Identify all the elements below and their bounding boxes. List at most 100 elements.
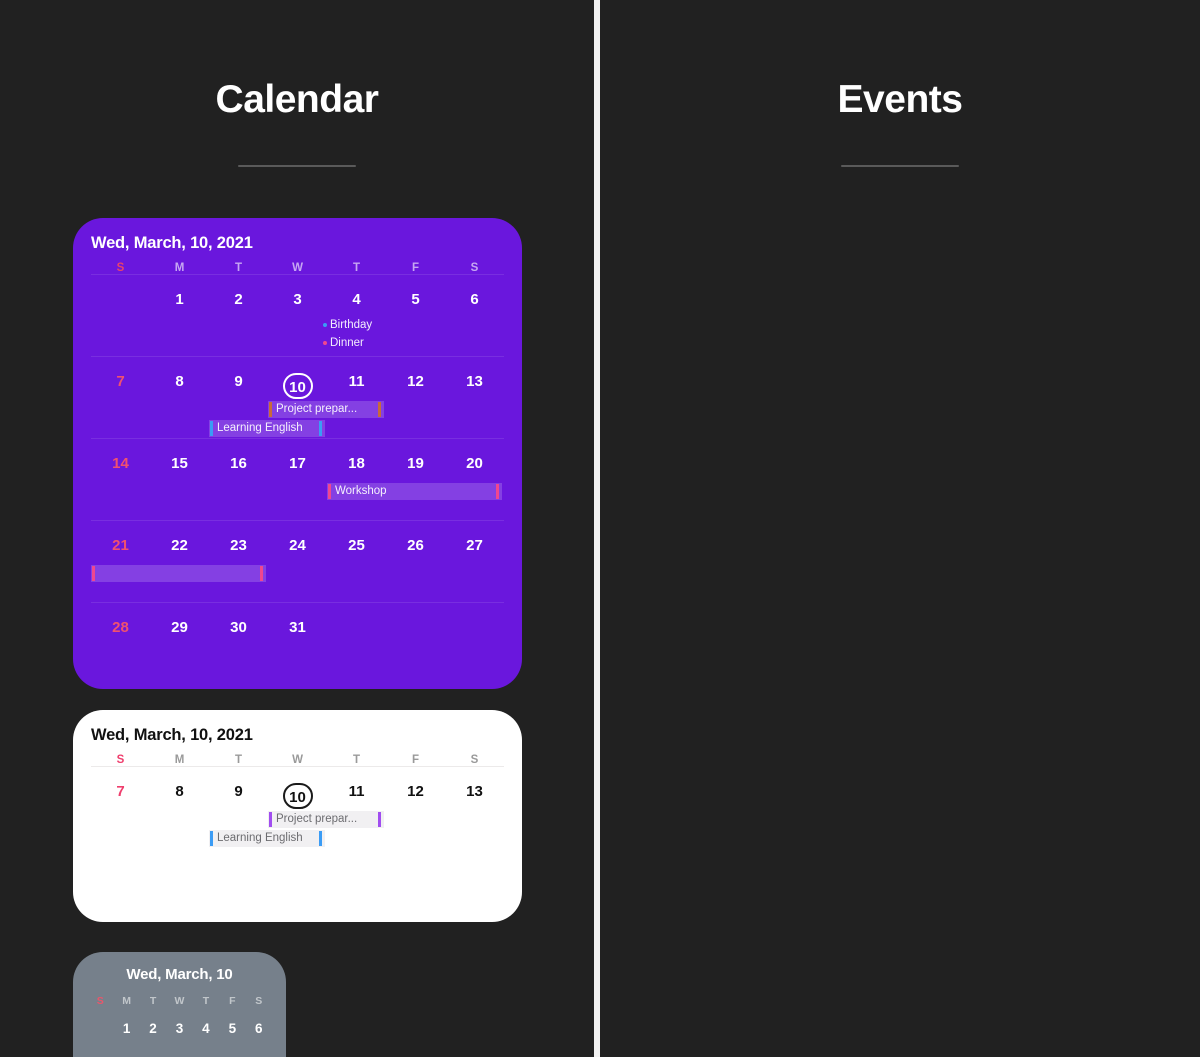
event-bar-project-prepar[interactable]: Project prepar... bbox=[268, 811, 384, 828]
day-cell-4[interactable]: 4 bbox=[327, 275, 386, 317]
dow-label-5: F bbox=[411, 754, 420, 766]
day-cell-5[interactable]: 5 bbox=[386, 275, 445, 317]
day-cell-8[interactable]: 8 bbox=[150, 357, 209, 399]
page-title-events: Events bbox=[837, 78, 963, 121]
dow-label-5: F bbox=[229, 995, 236, 1007]
day-event-label: Dinner bbox=[330, 337, 364, 349]
dow-label-0: S bbox=[116, 754, 125, 766]
gray-calendar-week-row: 123456 bbox=[87, 1007, 272, 1057]
dow-label-4: T bbox=[352, 262, 361, 274]
purple-weeks: 1 2 3 4 5 6 Birthday Dinner 7 8 9 10 11 12 13 Project p… bbox=[91, 274, 504, 684]
dow-label-2: T bbox=[234, 754, 243, 766]
day-cell-13[interactable]: 13 bbox=[445, 767, 504, 809]
day-cell-2[interactable]: 2 bbox=[209, 275, 268, 317]
calendar-week-row-2: 14 15 16 17 18 19 20 Workshop bbox=[91, 438, 504, 520]
day-cell-26[interactable]: 26 bbox=[386, 521, 445, 563]
day-cell-1[interactable]: 1 bbox=[150, 275, 209, 317]
day-cell-19[interactable]: 19 bbox=[386, 439, 445, 481]
event-bar-project-prepar[interactable]: Project prepar... bbox=[268, 401, 384, 418]
dow-label-2: T bbox=[149, 995, 157, 1007]
day-cell-24[interactable]: 24 bbox=[268, 521, 327, 563]
day-cell-6[interactable]: 6 bbox=[246, 1007, 272, 1049]
event-bar-label: Project prepar... bbox=[276, 403, 358, 415]
event-bar-untitled[interactable] bbox=[91, 565, 266, 582]
widget-purple-month-calendar[interactable]: Wed, March, 10, 2021 SMTWTFS 1 2 3 4 5 6 Birth… bbox=[73, 218, 522, 689]
dow-label-3: W bbox=[292, 754, 303, 766]
gray-calendar-header: Wed, March, 10 bbox=[126, 966, 233, 983]
day-cell-30[interactable]: 30 bbox=[209, 603, 268, 645]
event-bar-workshop[interactable]: Workshop bbox=[327, 483, 502, 500]
day-cell-28[interactable]: 28 bbox=[91, 603, 150, 645]
event-bar-learning-english[interactable]: Learning English bbox=[209, 830, 325, 847]
day-cell-empty bbox=[91, 275, 150, 317]
day-cell-8[interactable]: 8 bbox=[150, 767, 209, 809]
day-cell-3[interactable]: 3 bbox=[268, 275, 327, 317]
day-cell-1[interactable]: 1 bbox=[113, 1007, 139, 1049]
purple-calendar-header: Wed, March, 10, 2021 bbox=[91, 234, 253, 252]
day-cell-5[interactable]: 5 bbox=[219, 1007, 245, 1049]
day-cell-empty bbox=[445, 603, 504, 645]
day-cell-6[interactable]: 6 bbox=[445, 275, 504, 317]
dow-label-5: F bbox=[411, 262, 420, 274]
day-cell-13[interactable]: 13 bbox=[445, 357, 504, 399]
day-cell-9[interactable]: 9 bbox=[209, 767, 268, 809]
day-cell-20[interactable]: 20 bbox=[445, 439, 504, 481]
event-tick-start-icon bbox=[210, 421, 213, 436]
day-cell-empty bbox=[386, 603, 445, 645]
widget-white-week-calendar[interactable]: Wed, March, 10, 2021 S M T W T F S 7 8 9 10 11 12 13… bbox=[73, 710, 522, 922]
day-cell-25[interactable]: 25 bbox=[327, 521, 386, 563]
event-tick-end-icon bbox=[319, 831, 322, 846]
today-ring: 10 bbox=[282, 783, 313, 809]
day-event-dinner[interactable]: Dinner bbox=[323, 337, 364, 349]
gray-weeks: 123456 bbox=[87, 1007, 272, 1057]
day-cell-3[interactable]: 3 bbox=[166, 1007, 192, 1049]
day-cell-12[interactable]: 12 bbox=[386, 357, 445, 399]
event-bar-label: Project prepar... bbox=[276, 813, 358, 825]
day-cell-14[interactable]: 14 bbox=[91, 439, 150, 481]
day-cell-10[interactable]: 10 bbox=[268, 767, 327, 809]
white-weeks: 7 8 9 10 11 12 13 Project prepar... Learning Eng… bbox=[91, 766, 504, 876]
calendar-panel: Calendar Wed, March, 10, 2021 SMTWTFS 12… bbox=[0, 0, 594, 1057]
day-cell-29[interactable]: 29 bbox=[150, 603, 209, 645]
widget-gray-calendar[interactable]: Wed, March, 10 S M T W T F S 123456 bbox=[73, 952, 286, 1057]
calendar-week-row-3: 21 22 23 24 25 26 27 bbox=[91, 520, 504, 602]
today-ring: 10 bbox=[282, 373, 313, 399]
day-cell-18[interactable]: 18 bbox=[327, 439, 386, 481]
event-bar-learning-english[interactable]: Learning English bbox=[209, 420, 325, 437]
dow-label-2: T bbox=[234, 262, 243, 274]
event-tick-end-icon bbox=[319, 421, 322, 436]
day-cell-22[interactable]: 22 bbox=[150, 521, 209, 563]
day-cell-23[interactable]: 23 bbox=[209, 521, 268, 563]
dow-label-0: S bbox=[96, 995, 104, 1007]
dow-label-4: T bbox=[352, 754, 361, 766]
day-cell-9[interactable]: 9 bbox=[209, 357, 268, 399]
day-cell-10[interactable]: 10 bbox=[268, 357, 327, 399]
calendar-week-row-0: 1 2 3 4 5 6 Birthday Dinner bbox=[91, 274, 504, 356]
day-cell-21[interactable]: 21 bbox=[91, 521, 150, 563]
dow-label-4: T bbox=[202, 995, 210, 1007]
day-cell-7[interactable]: 7 bbox=[91, 357, 150, 399]
day-cell-16[interactable]: 16 bbox=[209, 439, 268, 481]
event-dot-icon bbox=[323, 340, 327, 345]
day-event-label: Birthday bbox=[330, 319, 373, 331]
day-cell-11[interactable]: 11 bbox=[327, 357, 386, 399]
day-cell-27[interactable]: 27 bbox=[445, 521, 504, 563]
day-cell-7[interactable]: 7 bbox=[91, 767, 150, 809]
day-cell-empty bbox=[327, 603, 386, 645]
day-cell-17[interactable]: 17 bbox=[268, 439, 327, 481]
day-cell-15[interactable]: 15 bbox=[150, 439, 209, 481]
day-cell-31[interactable]: 31 bbox=[268, 603, 327, 645]
dow-label-1: M bbox=[174, 262, 185, 274]
title-divider-left bbox=[238, 165, 356, 167]
day-cell-11[interactable]: 11 bbox=[327, 767, 386, 809]
white-calendar-header: Wed, March, 10, 2021 bbox=[91, 726, 253, 744]
dow-label-6: S bbox=[470, 262, 479, 274]
white-calendar-week-row: 7 8 9 10 11 12 13 Project prepar... Learning Eng… bbox=[91, 766, 504, 876]
day-cell-2[interactable]: 2 bbox=[140, 1007, 166, 1049]
title-divider-right bbox=[841, 165, 959, 167]
day-event-birthday[interactable]: Birthday bbox=[323, 319, 372, 331]
day-cell-4[interactable]: 4 bbox=[193, 1007, 219, 1049]
event-dot-icon bbox=[323, 322, 327, 327]
day-cell-12[interactable]: 12 bbox=[386, 767, 445, 809]
event-tick-start-icon bbox=[210, 831, 213, 846]
